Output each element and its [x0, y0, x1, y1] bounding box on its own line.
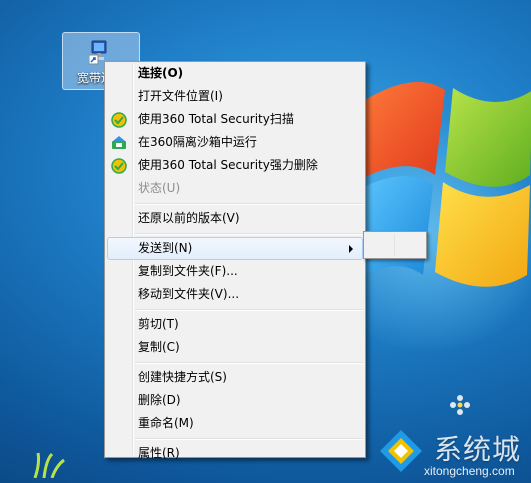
menu-item-label: 使用360 Total Security扫描: [138, 112, 294, 126]
submenu-arrow-icon: [349, 245, 353, 253]
menu-item-label: 还原以前的版本(V): [138, 211, 240, 225]
menu-item-move-to-folder[interactable]: 移动到文件夹(V)...: [105, 283, 365, 306]
menu-item-connect[interactable]: 连接(O): [105, 62, 365, 85]
menu-separator: [105, 435, 365, 442]
menu-item-label: 删除(D): [138, 393, 181, 407]
360-shield-icon: [111, 158, 127, 174]
menu-item-open-file-location[interactable]: 打开文件位置(I): [105, 85, 365, 108]
menu-item-send-to[interactable]: 发送到(N): [107, 237, 363, 260]
menu-item-label: 属性(R): [138, 446, 180, 460]
menu-item-label: 复制(C): [138, 340, 180, 354]
menu-item-360-sandbox[interactable]: 在360隔离沙箱中运行: [105, 131, 365, 154]
menu-item-properties[interactable]: 属性(R): [105, 442, 365, 465]
menu-separator: [105, 359, 365, 366]
menu-item-360-force-delete[interactable]: 使用360 Total Security强力删除: [105, 154, 365, 177]
menu-item-label: 创建快捷方式(S): [138, 370, 227, 384]
menu-item-status: 状态(U): [105, 177, 365, 200]
menu-item-label: 打开文件位置(I): [138, 89, 223, 103]
menu-item-label: 复制到文件夹(F)...: [138, 264, 238, 278]
flower-decoration: [450, 395, 470, 415]
watermark-en: xitongcheng.com: [424, 464, 515, 478]
menu-item-label: 剪切(T): [138, 317, 179, 331]
send-to-submenu[interactable]: [363, 231, 427, 259]
desktop: 宽带连接 连接(O) 打开文件位置(I) 使用360 Total Securit…: [0, 0, 531, 483]
menu-item-label: 发送到(N): [138, 241, 193, 255]
menu-item-360-scan[interactable]: 使用360 Total Security扫描: [105, 108, 365, 131]
menu-item-cut[interactable]: 剪切(T): [105, 313, 365, 336]
watermark-cn: 系统城: [434, 433, 522, 466]
sandbox-icon: [112, 136, 126, 149]
menu-separator: [105, 230, 365, 237]
windows-logo: [355, 82, 531, 287]
menu-item-label: 连接(O): [138, 66, 184, 80]
menu-item-label: 在360隔离沙箱中运行: [138, 135, 257, 149]
menu-item-label: 使用360 Total Security强力删除: [138, 158, 318, 172]
menu-item-label: 状态(U): [138, 181, 181, 195]
menu-item-restore-previous-versions[interactable]: 还原以前的版本(V): [105, 207, 365, 230]
menu-item-copy[interactable]: 复制(C): [105, 336, 365, 359]
menu-item-copy-to-folder[interactable]: 复制到文件夹(F)...: [105, 260, 365, 283]
watermark-logo-icon: [380, 430, 422, 472]
menu-item-label: 重命名(M): [138, 416, 194, 430]
grass-decoration: [33, 452, 65, 478]
menu-item-create-shortcut[interactable]: 创建快捷方式(S): [105, 366, 365, 389]
menu-separator: [105, 200, 365, 207]
360-shield-icon: [111, 112, 127, 128]
context-menu: 连接(O) 打开文件位置(I) 使用360 Total Security扫描 在…: [104, 61, 366, 460]
menu-separator: [105, 306, 365, 313]
menu-item-label: 移动到文件夹(V)...: [138, 287, 240, 301]
menu-item-delete[interactable]: 删除(D): [105, 389, 365, 412]
menu-item-rename[interactable]: 重命名(M): [105, 412, 365, 435]
